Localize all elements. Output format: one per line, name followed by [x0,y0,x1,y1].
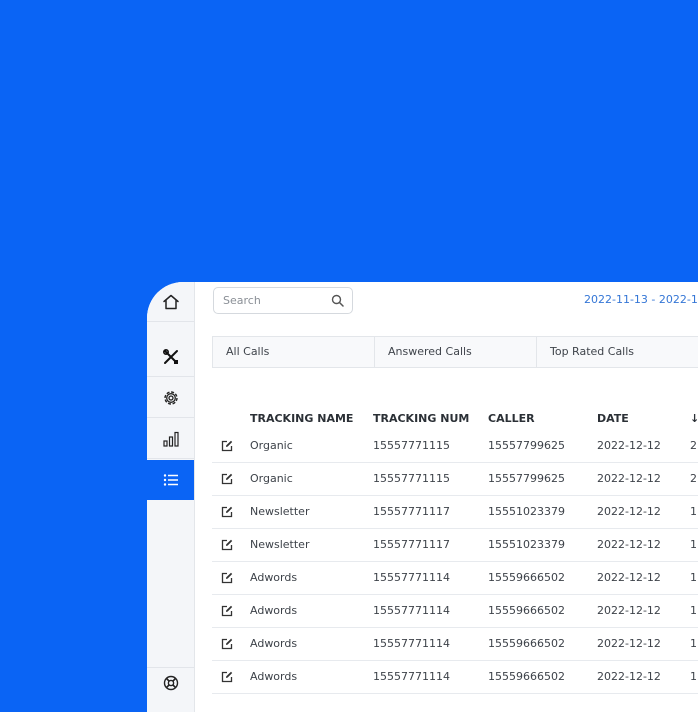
call-filter-tabs: All Calls Answered Calls Top Rated Calls [212,336,698,368]
cell-tracking-num: 15557771114 [373,604,450,617]
search-input[interactable] [214,288,335,313]
cell-tracking-name: Adwords [250,670,298,683]
cell-tracking-name: Adwords [250,637,298,650]
cell-tracking-num: 15557771117 [373,505,450,518]
table-row[interactable]: Newsletter 15557771117 15551023379 2022-12-… [212,496,698,529]
cell-extra: 1 [690,604,697,617]
cell-date: 2022-12-12 [597,670,661,683]
table-row[interactable]: Adwords 15557771114 15559666502 2022-12-12 1 [212,562,698,595]
cell-caller: 15559666502 [488,637,565,650]
cell-caller: 15557799625 [488,439,565,452]
cell-tracking-name: Adwords [250,604,298,617]
sidebar-item-settings[interactable] [147,378,194,418]
lifebuoy-icon [163,675,178,691]
search-icon[interactable] [331,294,344,307]
gear-icon [163,390,178,405]
cell-date: 2022-12-12 [597,637,661,650]
cell-extra: 2 [690,439,697,452]
table-row[interactable]: Adwords 15557771114 15559666502 2022-12-12 1 [212,661,698,694]
cell-caller: 15557799625 [488,472,565,485]
bar-chart-icon [162,431,179,447]
cell-caller: 15559666502 [488,670,565,683]
sidebar-item-home[interactable] [147,282,194,322]
sidebar [147,282,195,712]
table-row[interactable]: Newsletter 15557771117 15551023379 2022-12-… [212,529,698,562]
tab-answered-calls[interactable]: Answered Calls [375,337,537,367]
edit-icon[interactable] [221,506,233,518]
cell-extra: 2 [690,472,697,485]
cell-tracking-name: Organic [250,439,293,452]
column-header-caller[interactable]: CALLER [488,412,535,425]
home-icon [162,294,179,309]
sidebar-item-reports[interactable] [147,419,194,459]
edit-icon[interactable] [221,473,233,485]
main-content: 2022-11-13 - 2022-12- All Calls Answered… [194,282,698,712]
column-header-sort[interactable]: ↓ [690,412,698,425]
tab-all-calls[interactable]: All Calls [213,337,375,367]
cell-caller: 15559666502 [488,604,565,617]
cell-tracking-num: 15557771115 [373,472,450,485]
cell-date: 2022-12-12 [597,604,661,617]
cell-caller: 15551023379 [488,538,565,551]
column-header-tracking-name[interactable]: TRACKING NAME [250,412,353,425]
cell-tracking-name: Organic [250,472,293,485]
cell-extra: 1 [690,538,697,551]
cell-date: 2022-12-12 [597,505,661,518]
table-row[interactable]: Organic 15557771115 15557799625 2022-12-12 2 [212,430,698,463]
sidebar-item-help[interactable] [147,667,194,698]
date-range-picker[interactable]: 2022-11-13 - 2022-12- [584,293,698,306]
cell-date: 2022-12-12 [597,571,661,584]
edit-icon[interactable] [221,605,233,617]
edit-icon[interactable] [221,638,233,650]
cell-tracking-num: 15557771117 [373,538,450,551]
app-window: 2022-11-13 - 2022-12- All Calls Answered… [147,282,698,712]
tab-top-rated-calls[interactable]: Top Rated Calls [537,337,698,367]
cell-date: 2022-12-12 [597,439,661,452]
cell-date: 2022-12-12 [597,538,661,551]
tools-icon [162,348,178,364]
cell-tracking-num: 15557771115 [373,439,450,452]
cell-caller: 15559666502 [488,571,565,584]
cell-tracking-name: Adwords [250,571,298,584]
cell-tracking-num: 15557771114 [373,670,450,683]
column-header-tracking-num[interactable]: TRACKING NUM [373,412,469,425]
cell-tracking-name: Newsletter [250,505,310,518]
cell-tracking-num: 15557771114 [373,571,450,584]
edit-icon[interactable] [221,671,233,683]
cell-extra: 1 [690,505,697,518]
edit-icon[interactable] [221,440,233,452]
cell-extra: 1 [690,670,697,683]
table-row[interactable]: Adwords 15557771114 15559666502 2022-12-12 1 [212,628,698,661]
table-row[interactable]: Organic 15557771115 15557799625 2022-12-12 2 [212,463,698,496]
list-icon [163,474,178,486]
column-header-date[interactable]: DATE [597,412,629,425]
sidebar-item-calls[interactable] [147,460,194,500]
sidebar-item-tools[interactable] [147,337,194,377]
cell-extra: 1 [690,571,697,584]
cell-date: 2022-12-12 [597,472,661,485]
cell-caller: 15551023379 [488,505,565,518]
table-row[interactable]: Adwords 15557771114 15559666502 2022-12-12 1 [212,595,698,628]
edit-icon[interactable] [221,572,233,584]
edit-icon[interactable] [221,539,233,551]
cell-tracking-name: Newsletter [250,538,310,551]
cell-extra: 1 [690,637,697,650]
cell-tracking-num: 15557771114 [373,637,450,650]
search-box [213,287,353,314]
